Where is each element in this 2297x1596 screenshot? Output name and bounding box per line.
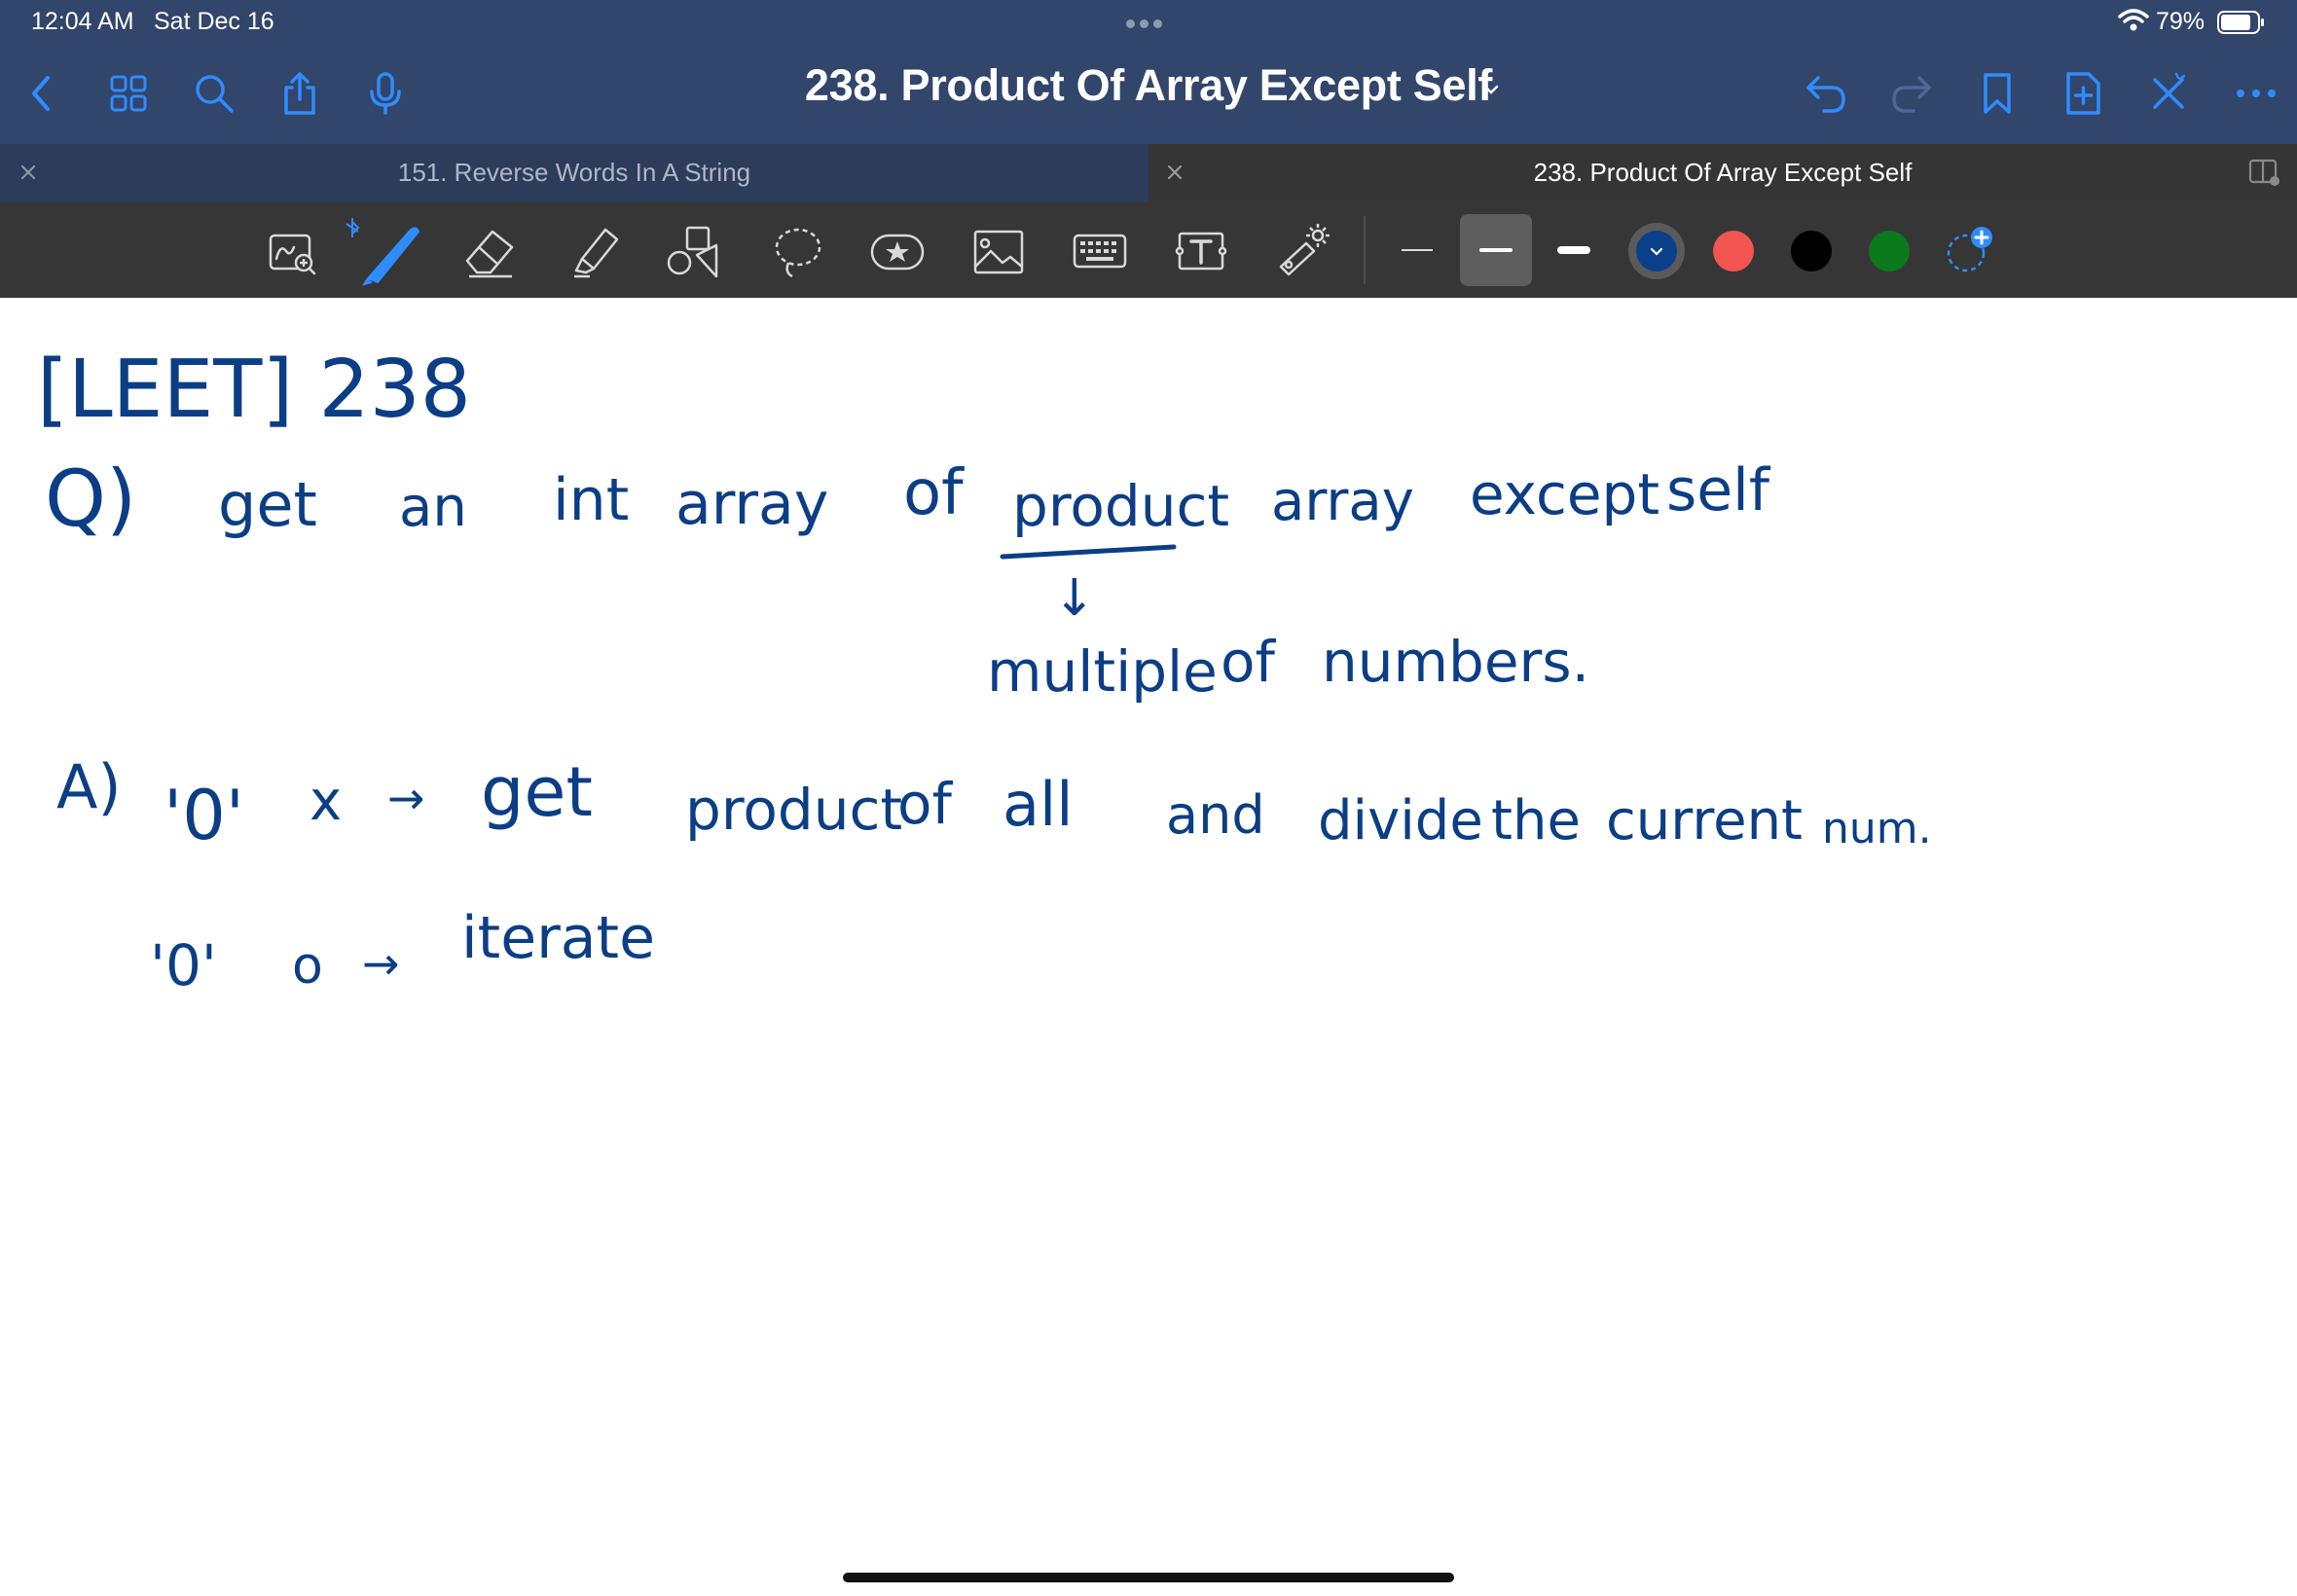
tab-bar: 151. Reverse Words In A String 238. Prod… xyxy=(0,144,2297,202)
wifi-icon xyxy=(2118,9,2149,31)
search-icon[interactable] xyxy=(191,70,237,117)
undo-icon[interactable] xyxy=(1803,70,1849,117)
status-time: 12:04 AM xyxy=(31,8,134,35)
redo-icon[interactable] xyxy=(1888,70,1935,117)
add-page-icon[interactable] xyxy=(2060,70,2106,117)
definition-numbers: numbers. xyxy=(1322,629,1589,695)
tab-reverse-words[interactable]: 151. Reverse Words In A String xyxy=(0,144,1148,202)
stroke-thin-option[interactable] xyxy=(1402,249,1433,251)
stroke-thick-option[interactable] xyxy=(1557,246,1590,254)
sticker-icon[interactable] xyxy=(868,222,927,280)
a-word-divide: divide xyxy=(1318,789,1483,852)
laser-pointer-icon[interactable] xyxy=(1273,222,1331,280)
tab-label: 238. Product Of Array Except Self xyxy=(1533,158,1913,187)
a-word-all: all xyxy=(1003,769,1073,840)
lasso-icon[interactable] xyxy=(769,222,827,280)
microphone-icon[interactable] xyxy=(362,70,409,117)
handwriting-canvas[interactable]: [LEET] 238 Q) get an int array of produc… xyxy=(0,298,2297,1596)
chevron-down-icon xyxy=(1650,247,1663,256)
q-word-except: except xyxy=(1470,461,1659,527)
a-word-and: and xyxy=(1166,784,1265,846)
q-word-array: array xyxy=(675,470,828,538)
product-underline xyxy=(1000,544,1177,560)
pen-icon[interactable] xyxy=(341,216,422,286)
image-icon[interactable] xyxy=(969,222,1028,280)
q-word-array-2: array xyxy=(1271,470,1414,533)
a2-arrow: → xyxy=(362,937,400,990)
title-chevron-down-icon[interactable] xyxy=(1482,84,1500,95)
a-word-get: get xyxy=(481,752,593,832)
a2-zero-quoted: '0' xyxy=(150,932,217,998)
zoom-box-icon[interactable] xyxy=(263,222,321,280)
home-indicator[interactable] xyxy=(843,1573,1454,1582)
status-date: Sat Dec 16 xyxy=(154,8,274,35)
tab-label: 151. Reverse Words In A String xyxy=(397,158,751,187)
color-swatch-red[interactable] xyxy=(1713,231,1754,272)
a-x: x xyxy=(310,770,342,833)
bookmark-icon[interactable] xyxy=(1974,70,2021,117)
a2-word-iterate: iterate xyxy=(461,904,655,972)
more-icon[interactable] xyxy=(2233,70,2279,117)
question-prefix: Q) xyxy=(45,453,136,544)
eraser-icon[interactable] xyxy=(461,222,520,280)
grid-icon[interactable] xyxy=(105,70,152,117)
tab-product-array[interactable]: 238. Product Of Array Except Self xyxy=(1148,144,2297,202)
a-word-product: product xyxy=(685,777,902,843)
a2-o: o xyxy=(292,937,323,996)
shapes-icon[interactable] xyxy=(664,222,722,280)
toolbar-divider xyxy=(1364,216,1366,284)
a-word-current: current xyxy=(1606,789,1803,852)
battery-percentage: 79% xyxy=(2156,8,2206,35)
color-swatch-black[interactable] xyxy=(1791,231,1832,272)
q-word-self: self xyxy=(1666,456,1771,525)
text-box-icon[interactable] xyxy=(1172,222,1230,280)
a-zero-quoted: '0' xyxy=(164,776,244,855)
q-word-an: an xyxy=(399,476,467,539)
share-icon[interactable] xyxy=(276,70,323,117)
answer-prefix: A) xyxy=(56,751,122,822)
color-swatch-green[interactable] xyxy=(1869,231,1910,272)
q-word-get: get xyxy=(218,469,317,540)
q-word-product: product xyxy=(1012,473,1229,539)
color-swatch-blue-selected[interactable] xyxy=(1628,223,1685,279)
note-title: [LEET] 238 xyxy=(37,344,471,436)
split-view-icon[interactable] xyxy=(2248,158,2281,187)
keyboard-icon[interactable] xyxy=(1071,222,1129,280)
highlighter-icon[interactable] xyxy=(565,222,623,280)
definition-multiple: multiple xyxy=(987,638,1218,705)
definition-of: of xyxy=(1221,629,1276,695)
a-word-the: the xyxy=(1491,789,1581,852)
a-word-num: num. xyxy=(1822,804,1932,853)
q-word-int: int xyxy=(553,466,629,534)
close-x-icon[interactable] xyxy=(2145,70,2192,117)
stroke-medium-option[interactable] xyxy=(1460,214,1532,286)
a-arrow: → xyxy=(387,772,425,824)
down-arrow: ↓ xyxy=(1053,569,1096,628)
multitasking-dots-icon[interactable] xyxy=(1126,16,1171,28)
battery-icon xyxy=(2217,11,2264,34)
a-word-of: of xyxy=(897,771,953,837)
add-color-icon[interactable] xyxy=(1943,226,1993,276)
q-word-of: of xyxy=(903,457,965,529)
back-chevron-icon[interactable] xyxy=(18,70,64,117)
